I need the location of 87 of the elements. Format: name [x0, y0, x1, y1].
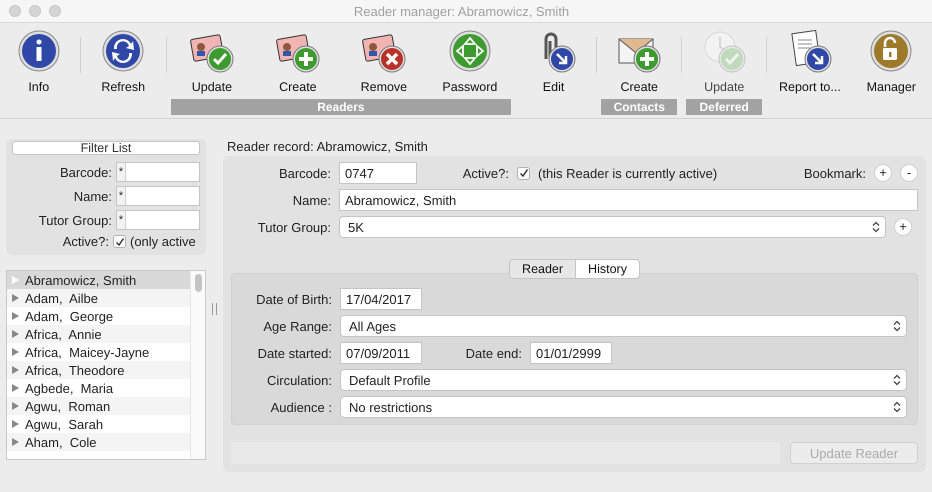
disclosure-triangle-icon	[12, 294, 19, 302]
field-label: Name:	[292, 192, 331, 208]
reader-row[interactable]: Africa, Annie	[7, 325, 190, 343]
toolbar-button[interactable]: Manager	[850, 23, 932, 99]
reader-name: Adam, George	[25, 308, 114, 324]
disclosure-triangle-icon	[12, 312, 19, 320]
field-label: Date started:	[256, 346, 332, 360]
group-label: Readers	[170, 99, 511, 115]
toolbar-button[interactable]: Edit	[512, 23, 594, 99]
tab[interactable]: Reader	[509, 259, 576, 279]
reader-name: Agwu, Sarah	[25, 416, 104, 432]
reader-name: Agwu, Roman	[25, 398, 110, 414]
record-title: Reader record: Abramowicz, Smith	[226, 139, 429, 154]
field-label: Audience :	[270, 400, 332, 414]
circulation-select[interactable]: Default Profile	[340, 369, 907, 391]
split-handle[interactable]	[212, 303, 217, 315]
reader-name: Africa, Theodore	[25, 362, 124, 378]
disclosure-triangle-icon	[12, 420, 19, 428]
tab[interactable]: History	[575, 259, 640, 279]
dropdown-arrows-icon	[893, 401, 901, 413]
date-of-birth-field[interactable]: 17/04/2017	[340, 288, 422, 310]
reader-name: Agbede, Maria	[25, 380, 114, 396]
disclosure-triangle-icon	[12, 384, 19, 392]
reader-row[interactable]: Abramowicz, Smith	[7, 271, 190, 289]
scrollbar-thumb[interactable]	[194, 274, 202, 292]
remove-bookmark-button[interactable]: -	[900, 164, 918, 182]
barcode-field[interactable]: 0747	[339, 162, 417, 184]
disclosure-triangle-icon	[12, 348, 19, 356]
disclosure-triangle-icon	[12, 402, 19, 410]
filter-label: Tutor Group:	[38, 212, 112, 228]
add-tutor-group-button[interactable]: +	[894, 218, 912, 236]
active-checkbox[interactable]	[113, 235, 126, 248]
reader-name: Abramowicz, Smith	[25, 272, 136, 288]
toolbar-button[interactable]: Password	[426, 23, 513, 99]
reader-row[interactable]: Aham, Cole	[7, 433, 190, 451]
reader-row[interactable]: Africa, Theodore	[7, 361, 190, 379]
dropdown-arrows-icon	[893, 374, 901, 386]
field-label: Tutor Group:	[256, 220, 331, 234]
filter-label: Active?:	[62, 234, 109, 249]
disclosure-triangle-icon	[12, 366, 19, 374]
date-end-field[interactable]: 01/01/2999	[530, 342, 612, 364]
field-label: Date of Birth:	[255, 292, 332, 306]
age-range-select[interactable]: All Ages	[340, 315, 907, 337]
toolbar-button[interactable]: Remove	[340, 23, 427, 99]
filter-field[interactable]: *	[116, 162, 200, 182]
toolbar-button[interactable]: Update	[168, 23, 255, 99]
group-label: Contacts	[601, 99, 678, 115]
disclosure-triangle-icon	[12, 330, 19, 338]
reader-name: Aham, Cole	[25, 434, 97, 450]
disclosure-triangle-icon	[12, 438, 19, 446]
filter-field[interactable]: *	[116, 210, 200, 230]
name-field[interactable]: Abramowicz, Smith	[339, 189, 918, 211]
toolbar-button[interactable]: Create	[254, 23, 341, 99]
close-button[interactable]	[9, 5, 21, 17]
date-started-field[interactable]: 07/09/2011	[340, 342, 422, 364]
active-checkbox[interactable]	[517, 166, 530, 180]
minimize-button[interactable]	[29, 5, 41, 17]
group-label: Deferred	[686, 99, 762, 115]
filter-label: Barcode:	[60, 164, 112, 180]
disclosure-triangle-icon	[12, 276, 19, 284]
field-label: Circulation:	[266, 372, 332, 388]
field-label: Active?:	[462, 166, 509, 180]
dropdown-arrows-icon	[872, 221, 880, 233]
zoom-button[interactable]	[49, 5, 61, 17]
tutor-group-select[interactable]: 5K	[339, 216, 886, 238]
reader-name: Africa, Annie	[25, 326, 102, 342]
audience-select[interactable]: No restrictions	[340, 396, 907, 418]
dropdown-arrows-icon	[893, 320, 901, 332]
checkbox-caption: (this Reader is currently active)	[538, 166, 718, 180]
filter-list-button[interactable]: Filter List	[12, 141, 200, 155]
field-label: Age Range:	[262, 318, 332, 334]
field-label: Date end:	[464, 346, 522, 360]
filter-label: Name:	[74, 188, 112, 204]
toolbar-button[interactable]: Report to...	[769, 23, 851, 99]
bookmark-label: Bookmark:	[804, 166, 866, 180]
field-label: Barcode:	[278, 166, 331, 180]
toolbar-button[interactable]: Create	[599, 23, 680, 99]
add-bookmark-button[interactable]: +	[874, 164, 892, 182]
checkbox-caption: (only active	[130, 234, 197, 249]
reader-row[interactable]: Agwu, Roman	[7, 397, 190, 415]
toolbar-button[interactable]: Refresh	[82, 23, 164, 99]
filter-field[interactable]: *	[116, 186, 200, 206]
reader-name: Africa, Maicey-Jayne	[25, 344, 150, 360]
reader-name: Adam, Ailbe	[25, 290, 98, 306]
window-title: Reader manager: Abramowicz, Smith	[352, 4, 570, 18]
toolbar-button[interactable]: Info	[0, 23, 78, 99]
reader-row[interactable]: Adam, Ailbe	[7, 289, 190, 307]
